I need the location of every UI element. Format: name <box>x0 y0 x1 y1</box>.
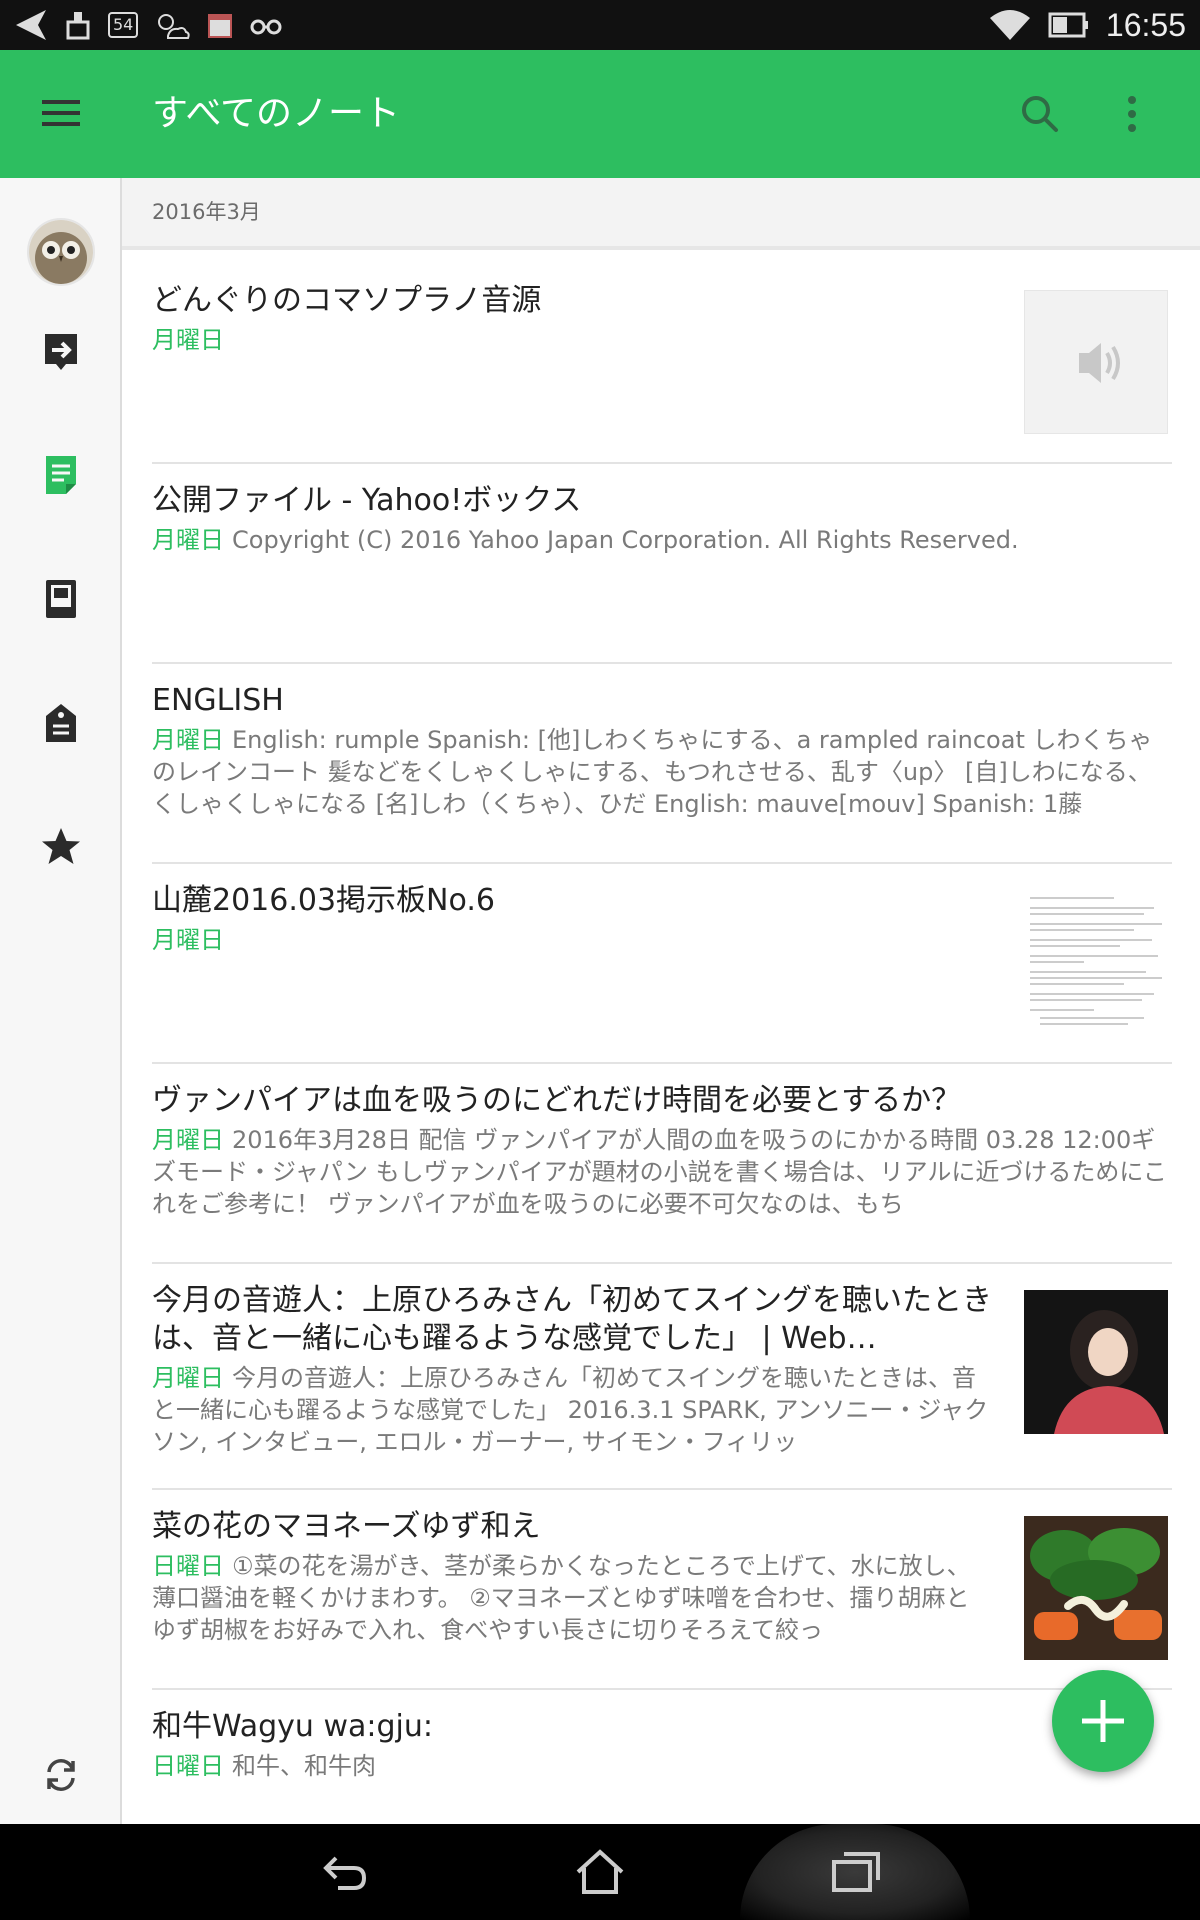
sync-icon <box>47 1759 75 1791</box>
note-title: どんぐりのコマソプラノ音源 <box>152 283 542 318</box>
home-icon <box>576 1849 624 1894</box>
battery-percent-badge: 54 <box>108 12 139 38</box>
note-title: 菜の花のマヨネーズゆず和え <box>152 1509 541 1544</box>
note-thumbnail-audio <box>1024 290 1168 434</box>
glasses-icon <box>250 19 282 35</box>
month-section-header: 2016年3月 <box>122 178 1200 250</box>
note-item[interactable]: 和牛Wagyu wa:gju: 日曜日 和牛、和牛肉 <box>152 1690 1172 1828</box>
note-item[interactable]: 今月の音遊人：上原ひろみさん「初めてスイングを聴いたときは、音と一緒に心も躍るよ… <box>152 1264 1172 1490</box>
note-item[interactable]: ENGLISH 月曜日 English: rumple Spanish: [他]し… <box>152 664 1172 864</box>
note-day: 月曜日 <box>152 926 224 954</box>
status-left: 54 <box>12 6 282 44</box>
note-item[interactable]: 山麓2016.03掲示板No.6 月曜日 <box>152 864 1172 1064</box>
speaker-icon <box>1079 343 1120 383</box>
system-nav-bar <box>0 1824 1200 1920</box>
note-item[interactable]: どんぐりのコマソプラノ音源 月曜日 <box>152 264 1172 464</box>
note-meta: 月曜日 今月の音遊人：上原ひろみさん「初めてスイングを聴いたときは、音と一緒に心も… <box>152 1362 992 1458</box>
note-snippet: ①菜の花を湯がき、茎が柔らかくなったところで上げて、水に放し、薄口醤油を軽くかけ… <box>152 1552 971 1644</box>
note-snippet: Copyright (C) 2016 Yahoo Japan Corporati… <box>232 526 1019 554</box>
plus-icon <box>1082 1700 1124 1742</box>
tag-icon <box>46 704 76 742</box>
owl-avatar-icon <box>29 220 93 284</box>
note-thumbnail-portrait <box>1024 1290 1168 1434</box>
more-vert-icon <box>1128 96 1136 132</box>
document-preview-icon <box>1030 897 1162 1025</box>
nav-back-button[interactable] <box>316 1844 372 1900</box>
note-day: 月曜日 <box>152 726 224 754</box>
note-day: 日曜日 <box>152 1552 224 1580</box>
note-item[interactable]: 菜の花のマヨネーズゆず和え 日曜日 ①菜の花を湯がき、茎が柔らかくなったところで上… <box>152 1490 1172 1690</box>
note-item[interactable]: ヴァンパイアは血を吸うのにどれだけ時間を必要とするか？ 月曜日 2016年3月28… <box>152 1064 1172 1264</box>
note-day: 月曜日 <box>152 526 224 554</box>
battery-icon <box>1048 12 1088 38</box>
note-day: 日曜日 <box>152 1752 224 1780</box>
note-thumbnail-document <box>1024 890 1168 1034</box>
note-title: 和牛Wagyu wa:gju: <box>152 1709 434 1744</box>
rail-shortcuts-star-button[interactable] <box>36 822 86 872</box>
note-title: ENGLISH <box>152 683 284 718</box>
nav-recents-button[interactable] <box>828 1844 884 1900</box>
portrait-photo-icon <box>1024 1290 1168 1434</box>
avatar[interactable] <box>27 218 95 286</box>
rail-tags-button[interactable] <box>36 698 86 748</box>
calendar-icon <box>208 14 233 38</box>
note-meta: 日曜日 ①菜の花を湯がき、茎が柔らかくなったところで上げて、水に放し、薄口醤油を軽… <box>152 1550 992 1646</box>
search-button[interactable] <box>1014 88 1066 140</box>
menu-button[interactable] <box>36 88 86 138</box>
note-meta: 月曜日 2016年3月28日 配信 ヴァンパイアが人間の血を吸うのにかかる時間 0… <box>152 1124 1172 1220</box>
note-day: 月曜日 <box>152 1364 224 1392</box>
note-snippet: 2016年3月28日 配信 ヴァンパイアが人間の血を吸うのにかかる時間 03.2… <box>152 1126 1167 1218</box>
note-title: 山麓2016.03掲示板No.6 <box>152 883 495 918</box>
note-snippet: 和牛、和牛肉 <box>232 1752 376 1780</box>
note-title: 今月の音遊人：上原ひろみさん「初めてスイングを聴いたときは、音と一緒に心も躍るよ… <box>152 1283 992 1356</box>
menu-icon <box>42 100 80 126</box>
note-meta: 月曜日 <box>152 924 992 956</box>
search-icon <box>1022 96 1058 132</box>
status-right: 16:55 <box>988 0 1186 50</box>
note-icon <box>46 456 76 494</box>
star-icon <box>42 828 80 864</box>
note-day: 月曜日 <box>152 1126 224 1154</box>
recents-icon <box>832 1852 880 1892</box>
note-title: ヴァンパイアは血を吸うのにどれだけ時間を必要とするか？ <box>152 1083 962 1118</box>
weather-icon <box>158 14 191 39</box>
note-snippet: 今月の音遊人：上原ひろみさん「初めてスイングを聴いたときは、音と一緒に心も躍るよ… <box>152 1364 989 1456</box>
note-title: 公開ファイル - Yahoo!ボックス <box>152 483 582 518</box>
food-photo-icon <box>1024 1516 1168 1660</box>
rail-notebooks-button[interactable] <box>36 574 86 624</box>
new-note-button[interactable] <box>1052 1670 1154 1772</box>
note-meta: 月曜日 Copyright (C) 2016 Yahoo Japan Corpor… <box>152 524 1172 556</box>
notebook-icon <box>46 580 76 618</box>
clock: 16:55 <box>1105 6 1186 43</box>
side-rail <box>0 178 122 1824</box>
note-snippet: English: rumple Spanish: [他]しわくちゃにする、a r… <box>152 726 1153 818</box>
note-day: 月曜日 <box>152 326 224 354</box>
rail-sync-button[interactable] <box>36 1750 86 1800</box>
note-meta: 月曜日 English: rumple Spanish: [他]しわくちゃにする、… <box>152 724 1172 820</box>
shortcut-icon <box>45 334 77 370</box>
status-bar: 54 16:55 <box>0 0 1200 50</box>
nav-home-button[interactable] <box>572 1844 628 1900</box>
rail-notes-button[interactable] <box>36 450 86 500</box>
note-meta: 日曜日 和牛、和牛肉 <box>152 1750 1172 1782</box>
wifi-icon <box>989 10 1030 40</box>
app-bar: すべてのノート <box>0 50 1200 178</box>
back-icon <box>323 1856 367 1890</box>
overflow-menu-button[interactable] <box>1106 88 1158 140</box>
note-meta: 月曜日 <box>152 324 992 356</box>
back-arrow-icon <box>16 10 46 40</box>
page-title: すべてのノート <box>152 93 401 134</box>
note-thumbnail-food <box>1024 1516 1168 1660</box>
rail-shortcuts-button[interactable] <box>36 326 86 376</box>
month-label: 2016年3月 <box>152 200 261 224</box>
note-list: どんぐりのコマソプラノ音源 月曜日 公開ファイル - Yahoo!ボックス 月曜… <box>152 264 1172 1828</box>
cleaner-icon <box>66 12 90 40</box>
note-item[interactable]: 公開ファイル - Yahoo!ボックス 月曜日 Copyright (C) 201… <box>152 464 1172 664</box>
